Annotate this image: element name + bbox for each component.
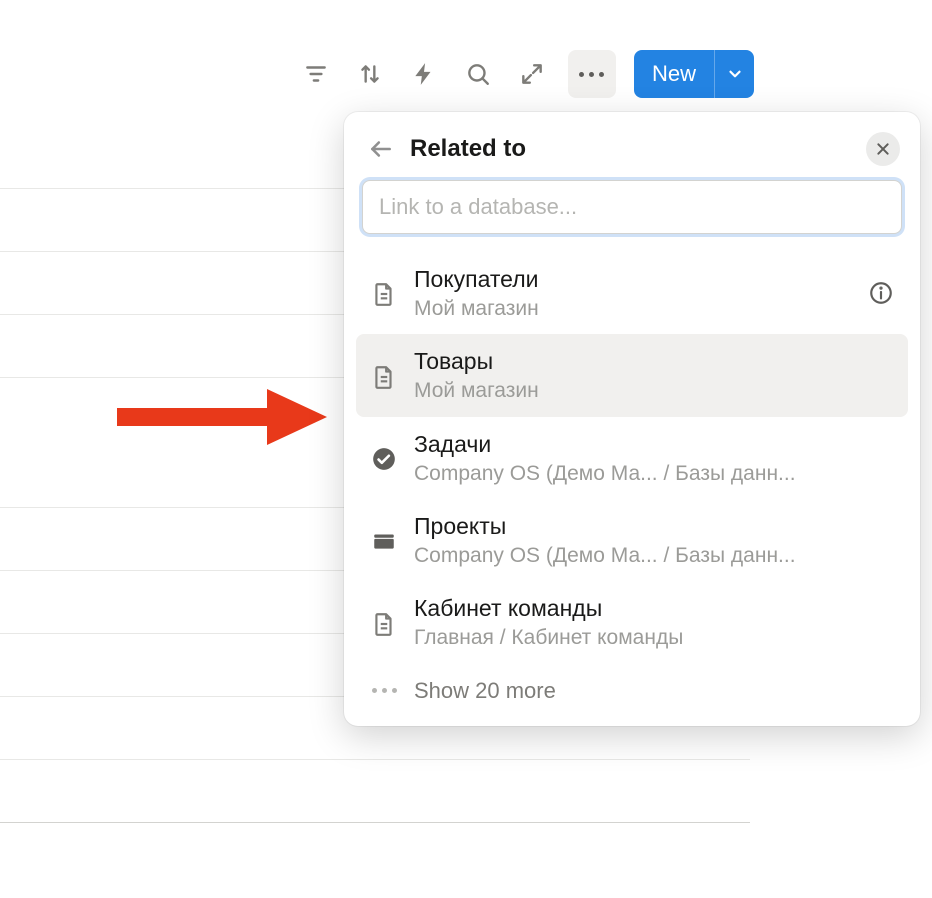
new-button[interactable]: New [634,50,714,98]
new-dropdown-button[interactable] [714,50,754,98]
view-toolbar: New [298,50,754,98]
database-option-subtitle: Мой магазин [414,295,852,322]
search-icon[interactable] [460,56,496,92]
bolt-icon[interactable] [406,56,442,92]
database-option-subtitle: Мой магазин [414,377,894,404]
close-button[interactable] [866,132,900,166]
database-option-title: Товары [414,346,894,377]
folder-icon [370,527,398,555]
database-option-subtitle: Главная / Кабинет команды [414,624,894,651]
check-circle-icon [370,445,398,473]
database-option-products[interactable]: Товары Мой магазин [356,334,908,416]
filter-icon[interactable] [298,56,334,92]
related-to-popover: Related to Покупатели Мой магазин Товары… [344,112,920,726]
database-search-input[interactable] [362,180,902,234]
popover-header: Related to [356,122,908,180]
show-more-button[interactable]: Show 20 more [356,664,908,718]
new-button-group: New [634,50,754,98]
database-option-title: Кабинет команды [414,593,894,624]
database-option-projects[interactable]: Проекты Company OS (Демо Ма... / Базы да… [356,499,908,581]
show-more-label: Show 20 more [414,678,556,704]
page-icon [370,610,398,638]
ellipsis-icon [370,688,398,693]
database-option-team-room[interactable]: Кабинет команды Главная / Кабинет команд… [356,581,908,663]
info-icon[interactable] [868,280,894,306]
page-icon [370,363,398,391]
expand-icon[interactable] [514,56,550,92]
database-list: Покупатели Мой магазин Товары Мой магази… [356,244,908,718]
database-option-title: Задачи [414,429,894,460]
database-option-tasks[interactable]: Задачи Company OS (Демо Ма... / Базы дан… [356,417,908,499]
database-option-buyers[interactable]: Покупатели Мой магазин [356,252,908,334]
page-icon [370,280,398,308]
more-options-button[interactable] [568,50,616,98]
table-row [0,760,750,823]
database-option-title: Покупатели [414,264,852,295]
popover-title: Related to [410,135,866,163]
sort-icon[interactable] [352,56,388,92]
database-option-subtitle: Company OS (Демо Ма... / Базы данн... [414,542,894,569]
back-button[interactable] [364,132,398,166]
database-option-subtitle: Company OS (Демо Ма... / Базы данн... [414,460,894,487]
database-option-title: Проекты [414,511,894,542]
